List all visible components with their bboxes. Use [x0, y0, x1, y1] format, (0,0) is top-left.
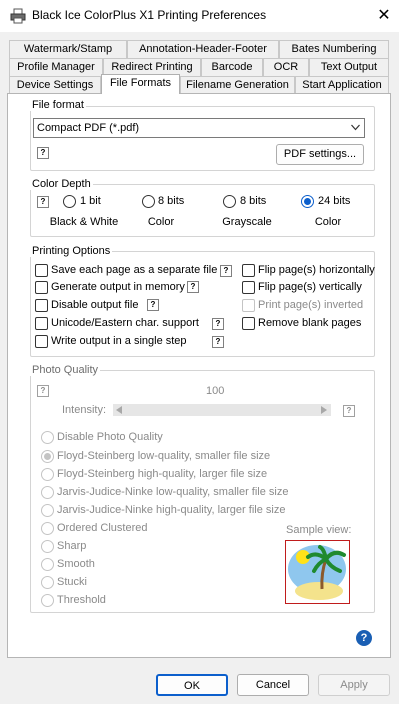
tab-bates-numbering[interactable]: Bates Numbering [279, 40, 389, 58]
color-8bit-grayscale-label: 8 bits [240, 195, 267, 207]
intensity-label: Intensity: [62, 404, 107, 416]
photo-fs-high-label: Floyd-Steinberg high-quality, larger fil… [57, 468, 268, 480]
help-icon[interactable]: ? [356, 630, 372, 646]
photo-ordered-label: Ordered Clustered [57, 522, 148, 534]
photo-jjn-high-radio [41, 504, 54, 517]
slider-right-arrow-icon [321, 406, 327, 414]
printer-icon [10, 8, 26, 24]
generate-in-memory-help-icon[interactable]: ? [187, 281, 199, 293]
photo-quality-title: Photo Quality [30, 364, 101, 376]
slider-left-arrow-icon [116, 406, 122, 414]
tab-filename-generation[interactable]: Filename Generation [180, 76, 295, 94]
printing-options-title: Printing Options [30, 245, 113, 257]
photo-smooth-label: Smooth [57, 558, 95, 570]
ok-button[interactable]: OK [156, 674, 228, 696]
photo-sharp-label: Sharp [57, 540, 87, 552]
color-1bit-caption: Black & White [49, 216, 119, 228]
tab-annotation-header-footer[interactable]: Annotation-Header-Footer [127, 40, 279, 58]
photo-sharp-radio [41, 540, 54, 553]
window-title: Black Ice ColorPlus X1 Printing Preferen… [32, 8, 267, 22]
photo-threshold-label: Threshold [57, 594, 106, 606]
tab-profile-manager[interactable]: Profile Manager [9, 58, 103, 76]
file-format-help-icon[interactable]: ? [37, 147, 49, 159]
color-24bit-radio[interactable] [301, 195, 314, 208]
disable-output-file-label: Disable output file [51, 299, 139, 311]
photo-jjn-high-label: Jarvis-Judice-Ninke high-quality, larger… [57, 504, 286, 516]
print-inverted-label: Print page(s) inverted [258, 299, 364, 311]
single-step-help-icon[interactable]: ? [212, 336, 224, 348]
generate-in-memory-label: Generate output in memory [51, 281, 185, 293]
sample-view-image [285, 540, 350, 604]
generate-in-memory-checkbox[interactable] [35, 281, 48, 294]
tab-barcode[interactable]: Barcode [201, 58, 263, 76]
color-8bit-color-caption: Color [147, 216, 175, 228]
photo-quality-help-icon: ? [37, 385, 49, 397]
photo-fs-low-label: Floyd-Steinberg low-quality, smaller fil… [57, 450, 271, 462]
print-inverted-checkbox [242, 299, 255, 312]
disable-output-file-help-icon[interactable]: ? [147, 299, 159, 311]
intensity-slider [113, 404, 331, 416]
file-format-selected: Compact PDF (*.pdf) [37, 122, 140, 134]
tab-file-formats[interactable]: File Formats [101, 74, 180, 94]
color-depth-group [30, 184, 375, 237]
color-8bit-color-radio[interactable] [142, 195, 155, 208]
color-1bit-label: 1 bit [80, 195, 101, 207]
chevron-down-icon [351, 124, 360, 131]
unicode-support-help-icon[interactable]: ? [212, 318, 224, 330]
photo-fs-high-radio [41, 468, 54, 481]
photo-fs-low-radio [41, 450, 54, 463]
color-24bit-label: 24 bits [318, 195, 351, 207]
tab-text-output[interactable]: Text Output [309, 58, 389, 76]
photo-smooth-radio [41, 558, 54, 571]
remove-blank-pages-label: Remove blank pages [258, 317, 362, 329]
pdf-settings-button[interactable]: PDF settings... [276, 144, 364, 165]
tab-ocr[interactable]: OCR [263, 58, 309, 76]
photo-disable-radio [41, 431, 54, 444]
cancel-button[interactable]: Cancel [237, 674, 309, 696]
disable-output-file-checkbox[interactable] [35, 299, 48, 312]
save-each-page-label: Save each page as a separate file [51, 264, 218, 276]
remove-blank-pages-checkbox[interactable] [242, 317, 255, 330]
file-format-title: File format [30, 99, 86, 111]
single-step-checkbox[interactable] [35, 335, 48, 348]
tab-watermark-stamp[interactable]: Watermark/Stamp [9, 40, 127, 58]
unicode-support-checkbox[interactable] [35, 317, 48, 330]
save-each-page-checkbox[interactable] [35, 264, 48, 277]
photo-stucki-radio [41, 576, 54, 589]
photo-jjn-low-label: Jarvis-Judice-Ninke low-quality, smaller… [57, 486, 289, 498]
photo-ordered-radio [41, 522, 54, 535]
color-1bit-radio[interactable] [63, 195, 76, 208]
sample-view-label: Sample view: [286, 524, 352, 536]
color-8bit-grayscale-caption: Grayscale [222, 216, 272, 228]
color-8bit-color-label: 8 bits [158, 195, 185, 207]
unicode-support-label: Unicode/Eastern char. support [51, 317, 199, 329]
photo-disable-label: Disable Photo Quality [57, 431, 163, 443]
single-step-label: Write output in a single step [51, 335, 187, 347]
flip-horizontal-checkbox[interactable] [242, 264, 255, 277]
apply-button: Apply [318, 674, 390, 696]
flip-horizontal-label: Flip page(s) horizontally [258, 264, 375, 276]
close-icon[interactable]: ✕ [372, 4, 396, 28]
tab-device-settings[interactable]: Device Settings [9, 76, 101, 94]
photo-jjn-low-radio [41, 486, 54, 499]
file-format-select[interactable]: Compact PDF (*.pdf) [33, 118, 365, 138]
color-depth-title: Color Depth [30, 178, 93, 190]
color-depth-help-icon[interactable]: ? [37, 196, 49, 208]
save-each-page-help-icon[interactable]: ? [220, 265, 232, 277]
color-8bit-grayscale-radio[interactable] [223, 195, 236, 208]
flip-vertical-checkbox[interactable] [242, 281, 255, 294]
photo-stucki-label: Stucki [57, 576, 87, 588]
photo-threshold-radio [41, 594, 54, 607]
intensity-help-icon: ? [343, 405, 355, 417]
photo-quality-value: 100 [206, 385, 225, 397]
color-24bit-caption: Color [314, 216, 342, 228]
tab-start-application[interactable]: Start Application [295, 76, 389, 94]
flip-vertical-label: Flip page(s) vertically [258, 281, 362, 293]
